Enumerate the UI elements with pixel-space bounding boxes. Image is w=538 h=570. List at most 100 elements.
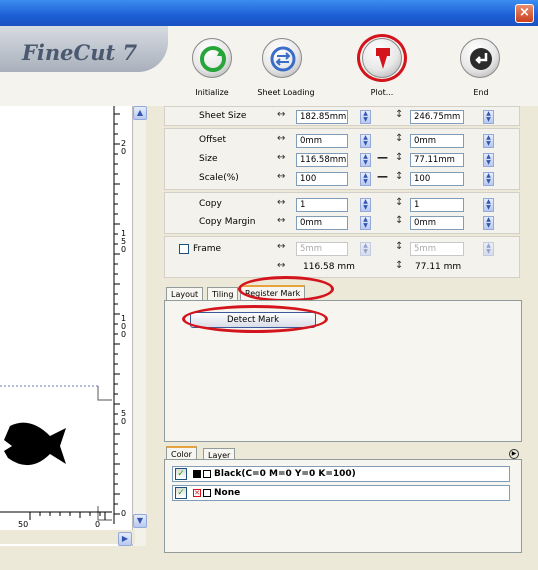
summary-height: 77.11 mm bbox=[415, 262, 462, 272]
frame-x-spinner[interactable]: ▲ ▼ bbox=[360, 242, 371, 256]
scroll-down-button[interactable]: ▼ bbox=[133, 514, 147, 528]
fill-swatch-icon bbox=[193, 470, 201, 478]
copy-x-spinner[interactable]: ▲ ▼ bbox=[360, 198, 371, 212]
ruler-mark: 5 0 bbox=[121, 409, 127, 426]
copy-margin-y-spinner[interactable]: ▲ ▼ bbox=[483, 216, 494, 230]
sheet-loading-button[interactable] bbox=[262, 38, 302, 78]
initialize-label: Initialize bbox=[195, 88, 229, 97]
plot-label: Plot... bbox=[370, 88, 394, 97]
frame-y-field[interactable]: 5mm bbox=[410, 242, 464, 256]
scale-x-spinner[interactable]: ▲ ▼ bbox=[360, 172, 371, 186]
vertical-arrow-icon: ↕ bbox=[395, 171, 404, 182]
offset-label: Offset bbox=[199, 135, 227, 145]
size-width-spinner[interactable]: ▲ ▼ bbox=[360, 153, 371, 167]
finecut-window: × FineCut 7 Initialize Sheet Loading Plo… bbox=[0, 0, 538, 570]
color-name: Black(C=0 M=0 Y=0 K=100) bbox=[214, 469, 356, 479]
scale-y-field[interactable]: 100 bbox=[410, 172, 464, 186]
hruler-label: 50 bbox=[18, 520, 29, 529]
color-row-black[interactable]: ✓ Black(C=0 M=0 Y=0 K=100) bbox=[172, 466, 510, 482]
scale-label: Scale(%) bbox=[199, 173, 239, 183]
hscroll-area bbox=[0, 530, 135, 544]
sheet-loading-label: Sheet Loading bbox=[257, 88, 315, 97]
sheet-size-label: Sheet Size bbox=[199, 111, 247, 121]
frame-checkbox[interactable] bbox=[179, 244, 189, 254]
sheet-width-field[interactable]: 182.85mm bbox=[296, 110, 348, 124]
plot-highlight-ring bbox=[357, 34, 407, 82]
copy-y-field[interactable]: 1 bbox=[410, 198, 464, 212]
copy-margin-y-field[interactable]: 0mm bbox=[410, 216, 464, 230]
register-mark-highlight-ring bbox=[238, 276, 334, 302]
detect-mark-highlight-ring bbox=[182, 305, 328, 333]
ruler-mark: 1 0 0 bbox=[121, 314, 127, 339]
copy-margin-label: Copy Margin bbox=[199, 217, 256, 227]
swap-arrows-icon bbox=[270, 46, 296, 72]
hruler-label: 0 bbox=[95, 520, 101, 529]
link-dash-icon: — bbox=[377, 151, 388, 164]
color-name: None bbox=[214, 488, 241, 498]
frame-y-spinner[interactable]: ▲ ▼ bbox=[483, 242, 494, 256]
horizontal-arrow-icon: ↔ bbox=[277, 197, 286, 208]
horizontal-arrow-icon: ↔ bbox=[277, 109, 286, 120]
fish-shape bbox=[4, 422, 66, 466]
scale-x-field[interactable]: 100 bbox=[296, 172, 348, 186]
size-height-field[interactable]: 77.11mm bbox=[410, 153, 464, 167]
scroll-right-button[interactable]: ▶ bbox=[118, 532, 132, 546]
sheet-height-spinner[interactable]: ▲ ▼ bbox=[483, 110, 494, 124]
end-label: End bbox=[473, 88, 489, 97]
horizontal-arrow-icon: ↔ bbox=[277, 260, 286, 271]
offset-y-spinner[interactable]: ▲ ▼ bbox=[483, 134, 494, 148]
horizontal-arrow-icon: ↔ bbox=[277, 152, 286, 163]
offset-x-spinner[interactable]: ▲ ▼ bbox=[360, 134, 371, 148]
copy-label: Copy bbox=[199, 199, 222, 209]
vertical-arrow-icon: ↕ bbox=[395, 260, 404, 271]
copy-x-field[interactable]: 1 bbox=[296, 198, 348, 212]
vertical-arrow-icon: ↕ bbox=[395, 197, 404, 208]
end-button[interactable] bbox=[460, 38, 500, 78]
initialize-button[interactable] bbox=[192, 38, 232, 78]
scroll-up-button[interactable]: ▲ bbox=[133, 106, 147, 120]
title-bar: × bbox=[0, 0, 538, 26]
horizontal-arrow-icon: ↔ bbox=[277, 171, 286, 182]
ruler-mark: 0 bbox=[121, 509, 127, 518]
summary-width: 116.58 mm bbox=[303, 262, 355, 272]
color-checkbox[interactable]: ✓ bbox=[175, 487, 187, 499]
frame-group: Frame ↔ 5mm ▲ ▼ ↕ 5mm ▲ ▼ ↔ 116.58 mm ↕ 77… bbox=[164, 236, 520, 278]
sheet-height-field[interactable]: 246.75mm bbox=[410, 110, 464, 124]
link-dash-icon: — bbox=[377, 170, 388, 183]
horizontal-arrow-icon: ↔ bbox=[277, 215, 286, 226]
vertical-arrow-icon: ↕ bbox=[395, 133, 404, 144]
color-row-none[interactable]: ✓ ✕ None bbox=[172, 485, 510, 501]
vertical-arrow-icon: ↕ bbox=[395, 241, 404, 252]
offset-x-field[interactable]: 0mm bbox=[296, 134, 348, 148]
return-arrow-icon bbox=[470, 48, 492, 70]
expand-icon[interactable]: ▶ bbox=[509, 449, 519, 459]
frame-x-field[interactable]: 5mm bbox=[296, 242, 348, 256]
frame-label: Frame bbox=[193, 244, 222, 254]
offset-y-field[interactable]: 0mm bbox=[410, 134, 464, 148]
stroke-swatch-icon bbox=[203, 470, 211, 478]
refresh-icon bbox=[200, 46, 226, 72]
copy-margin-x-field[interactable]: 0mm bbox=[296, 216, 348, 230]
vertical-arrow-icon: ↕ bbox=[395, 215, 404, 226]
copy-y-spinner[interactable]: ▲ ▼ bbox=[483, 198, 494, 212]
app-logo: FineCut 7 bbox=[22, 40, 138, 65]
sheet-width-spinner[interactable]: ▲ ▼ bbox=[360, 110, 371, 124]
copy-group: Copy ↔ 1 ▲ ▼ ↕ 1 ▲ ▼ Copy Margin ↔ 0mm ▲ ▼ … bbox=[164, 192, 520, 234]
horizontal-arrow-icon: ↔ bbox=[277, 133, 286, 144]
vertical-scrollbar[interactable]: ▲ ▼ bbox=[132, 106, 147, 546]
copy-margin-x-spinner[interactable]: ▲ ▼ bbox=[360, 216, 371, 230]
color-checkbox[interactable]: ✓ bbox=[175, 468, 187, 480]
offset-size-group: Offset ↔ 0mm ▲ ▼ ↕ 0mm ▲ ▼ Size ↔ 116.58mm… bbox=[164, 128, 520, 190]
size-label: Size bbox=[199, 154, 218, 164]
close-button[interactable]: × bbox=[515, 4, 534, 23]
sheet-size-group: Sheet Size ↔ 182.85mm ▲ ▼ ↕ 246.75mm ▲ ▼ bbox=[164, 106, 520, 126]
size-height-spinner[interactable]: ▲ ▼ bbox=[483, 153, 494, 167]
horizontal-arrow-icon: ↔ bbox=[277, 241, 286, 252]
vertical-arrow-icon: ↕ bbox=[395, 152, 404, 163]
scale-y-spinner[interactable]: ▲ ▼ bbox=[483, 172, 494, 186]
none-swatch-icon: ✕ bbox=[193, 489, 201, 497]
size-width-field[interactable]: 116.58mm bbox=[296, 153, 348, 167]
ruler-mark: 1 5 0 bbox=[121, 229, 127, 254]
ruler-mark: 2 0 bbox=[121, 139, 127, 156]
stroke-swatch-icon bbox=[203, 489, 211, 497]
